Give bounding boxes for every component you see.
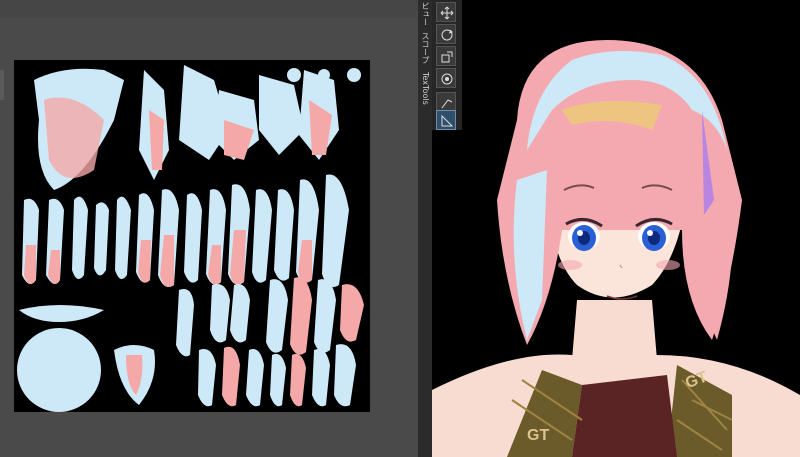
uv-island [312,349,330,407]
uv-island [198,349,216,407]
uv-island [290,277,312,355]
uv-island [340,284,364,342]
tab-textools[interactable]: TexTools [418,66,432,110]
jacket-text-left: GT [527,427,549,444]
uv-editor-panel[interactable] [0,0,418,457]
uv-island [334,344,356,407]
uv-island [210,284,230,343]
avatar-blush-left [558,260,582,270]
uv-island [19,305,104,322]
uv-island [266,279,288,353]
uv-editor-header [0,0,418,18]
uv-island [259,75,304,155]
side-tab-bar: ビュー スコープ TexTools [418,0,432,110]
uv-island [314,279,336,353]
uv-island [347,68,361,82]
uv-island [318,69,330,81]
tab-view[interactable]: ビュー [418,2,432,26]
uv-island [270,353,286,407]
uv-island [290,353,306,407]
uv-islands [17,65,364,412]
uv-island [176,289,194,357]
avatar-blush-right [656,260,680,270]
uv-island [230,284,250,343]
uv-island [246,349,264,407]
texture-canvas[interactable] [14,60,370,412]
uv-island [222,346,240,407]
avatar-neck [572,300,657,360]
avatar-shirt [572,375,677,457]
panel-edge-handle[interactable] [0,70,4,100]
tab-scope[interactable]: スコープ [418,30,432,66]
uv-island [287,68,301,82]
avatar-render: GT GT [432,40,800,457]
uv-island [17,328,101,412]
